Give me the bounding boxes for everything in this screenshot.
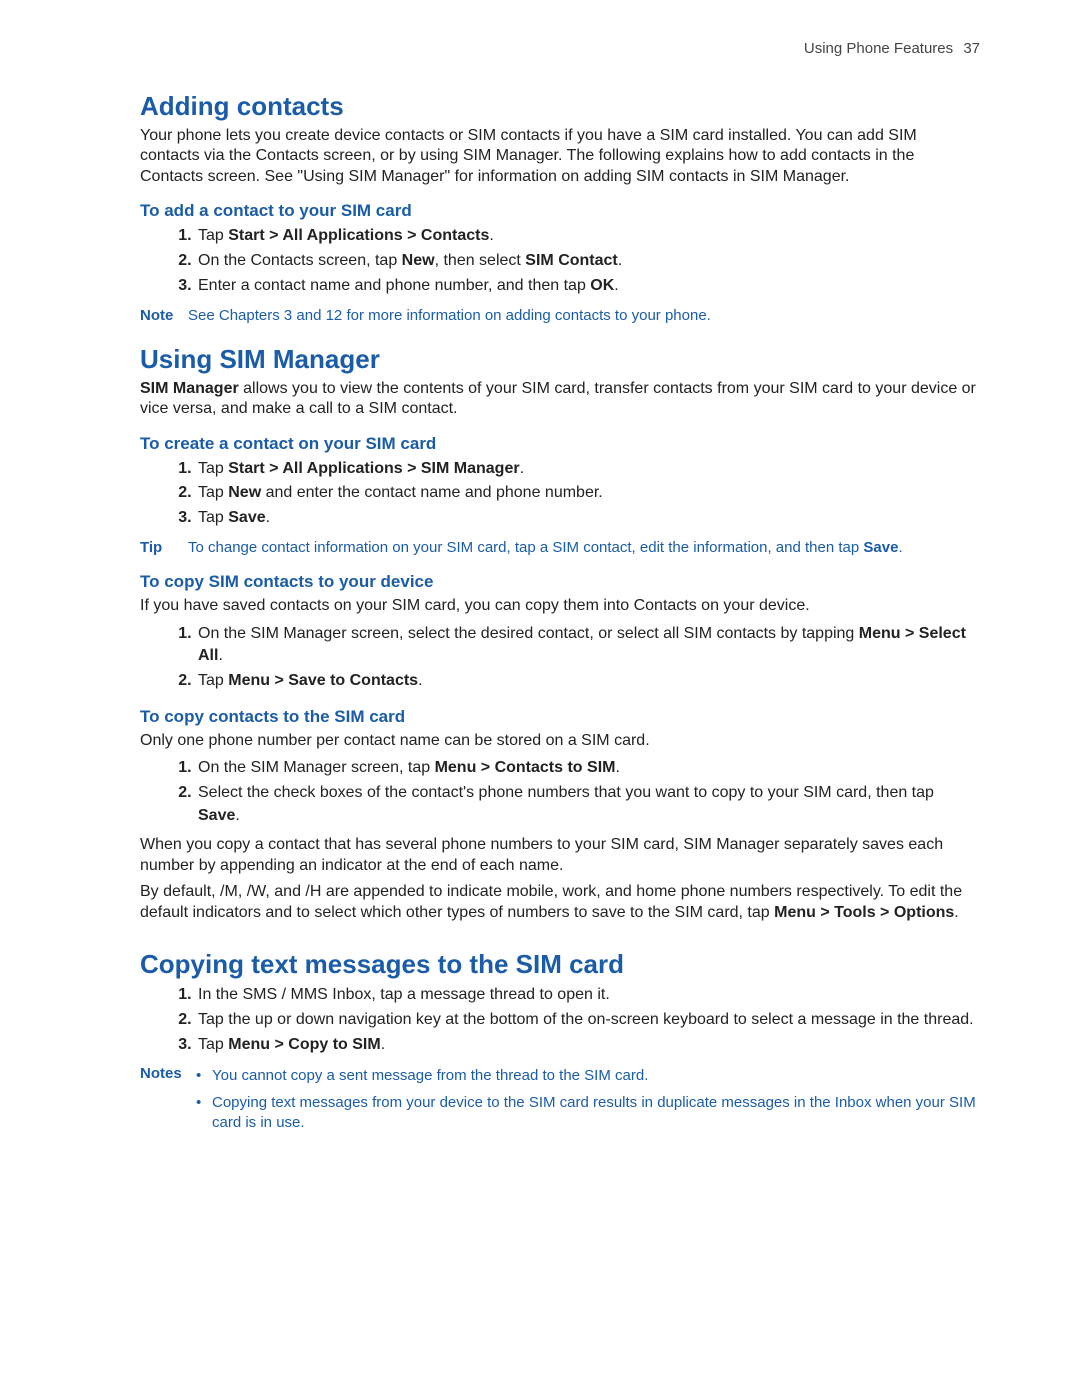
text: .	[898, 539, 902, 556]
steps-add-sim-contact: Tap Start > All Applications > Contacts.…	[140, 225, 980, 297]
heading-adding-contacts: Adding contacts	[140, 91, 980, 122]
subheading-create-sim-contact: To create a contact on your SIM card	[140, 434, 980, 454]
text: On the SIM Manager screen, select the de…	[198, 625, 859, 642]
subheading-add-sim-contact: To add a contact to your SIM card	[140, 201, 980, 221]
text: .	[218, 647, 222, 664]
notes-copy-sms: Notes You cannot copy a sent message fro…	[140, 1064, 980, 1139]
step: Tap Start > All Applications > SIM Manag…	[196, 458, 980, 481]
note-item: Copying text messages from your device t…	[196, 1093, 980, 1134]
text: and enter the contact name and phone num…	[261, 484, 603, 501]
text: .	[615, 759, 619, 776]
step: Tap Start > All Applications > Contacts.	[196, 225, 980, 248]
step: In the SMS / MMS Inbox, tap a message th…	[196, 984, 980, 1007]
path: Start > All Applications > SIM Manager	[228, 460, 519, 477]
manual-page: Using Phone Features 37 Adding contacts …	[0, 0, 1080, 1397]
intro-sim-manager: SIM Manager allows you to view the conte…	[140, 379, 980, 420]
para-multi-number-note: When you copy a contact that has several…	[140, 835, 980, 876]
ui-label: OK	[590, 277, 614, 294]
text: .	[235, 807, 239, 824]
path: Menu > Copy to SIM	[228, 1036, 380, 1053]
step: Enter a contact name and phone number, a…	[196, 275, 980, 298]
body-copy-to-sim: Only one phone number per contact name c…	[140, 731, 980, 751]
note-label: Note	[140, 306, 188, 326]
text: Tap	[198, 484, 228, 501]
text: .	[614, 277, 618, 294]
text: On the Contacts screen, tap	[198, 252, 402, 269]
text: .	[520, 460, 524, 477]
subheading-copy-to-sim: To copy contacts to the SIM card	[140, 707, 980, 727]
path: Menu > Save to Contacts	[228, 672, 418, 689]
text: Tap	[198, 1036, 228, 1053]
step: Select the check boxes of the contact's …	[196, 782, 980, 827]
term: SIM Manager	[140, 380, 239, 397]
heading-using-sim-manager: Using SIM Manager	[140, 344, 980, 375]
heading-copy-sms-to-sim: Copying text messages to the SIM card	[140, 949, 980, 980]
text: .	[266, 509, 270, 526]
ui-label: New	[402, 252, 435, 269]
text: .	[489, 227, 493, 244]
notes-label: Notes	[140, 1064, 196, 1139]
step: Tap Save.	[196, 507, 980, 530]
text: Tap	[198, 227, 228, 244]
text: .	[418, 672, 422, 689]
notes-body: You cannot copy a sent message from the …	[196, 1064, 980, 1139]
text: .	[381, 1036, 385, 1053]
text: On the SIM Manager screen, tap	[198, 759, 435, 776]
tip-edit-sim-contact: Tip To change contact information on you…	[140, 538, 980, 558]
steps-copy-sms-to-sim: In the SMS / MMS Inbox, tap a message th…	[140, 984, 980, 1056]
text: To change contact information on your SI…	[188, 539, 863, 556]
text: Tap	[198, 460, 228, 477]
ui-label: New	[228, 484, 261, 501]
steps-copy-to-sim: On the SIM Manager screen, tap Menu > Co…	[140, 757, 980, 827]
text: allows you to view the contents of your …	[140, 380, 976, 417]
steps-copy-sim-to-device: On the SIM Manager screen, select the de…	[140, 623, 980, 693]
subheading-copy-sim-to-device: To copy SIM contacts to your device	[140, 572, 980, 592]
path: Menu > Contacts to SIM	[435, 759, 616, 776]
step: Tap Menu > Save to Contacts.	[196, 670, 980, 693]
intro-adding-contacts: Your phone lets you create device contac…	[140, 126, 980, 187]
note-item: You cannot copy a sent message from the …	[196, 1066, 980, 1086]
body-copy-sim-to-device: If you have saved contacts on your SIM c…	[140, 596, 980, 616]
steps-create-sim-contact: Tap Start > All Applications > SIM Manag…	[140, 458, 980, 530]
text: Tap	[198, 672, 228, 689]
note-add-contacts: Note See Chapters 3 and 12 for more info…	[140, 306, 980, 326]
text: .	[618, 252, 622, 269]
note-text: See Chapters 3 and 12 for more informati…	[188, 306, 980, 326]
step: Tap New and enter the contact name and p…	[196, 482, 980, 505]
ui-label: Save	[198, 807, 235, 824]
ui-label: Save	[863, 539, 898, 556]
page-number: 37	[963, 40, 980, 57]
ui-label: Save	[228, 509, 265, 526]
tip-label: Tip	[140, 538, 188, 558]
notes-list: You cannot copy a sent message from the …	[196, 1066, 980, 1133]
step: On the Contacts screen, tap New, then se…	[196, 250, 980, 273]
text: Select the check boxes of the contact's …	[198, 784, 934, 801]
path: Start > All Applications > Contacts	[228, 227, 489, 244]
running-header: Using Phone Features 37	[140, 40, 980, 57]
text: , then select	[435, 252, 526, 269]
step: On the SIM Manager screen, tap Menu > Co…	[196, 757, 980, 780]
step: Tap the up or down navigation key at the…	[196, 1009, 980, 1032]
ui-label: SIM Contact	[525, 252, 617, 269]
step: Tap Menu > Copy to SIM.	[196, 1034, 980, 1057]
step: On the SIM Manager screen, select the de…	[196, 623, 980, 668]
para-indicator-defaults: By default, /M, /W, and /H are appended …	[140, 882, 980, 923]
text: Enter a contact name and phone number, a…	[198, 277, 590, 294]
tip-text: To change contact information on your SI…	[188, 538, 980, 558]
chapter-name: Using Phone Features	[804, 40, 953, 57]
path: Menu > Tools > Options	[774, 904, 954, 921]
text: .	[954, 904, 958, 921]
text: Tap	[198, 509, 228, 526]
